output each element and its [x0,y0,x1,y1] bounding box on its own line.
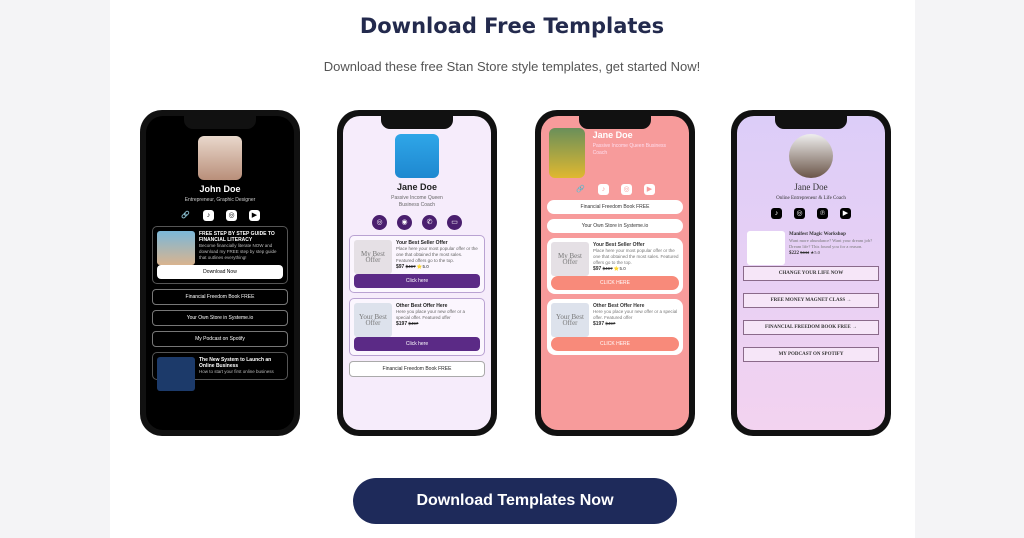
pinterest-icon[interactable]: ◉ [397,215,412,230]
offer-old-price: $497 [602,266,613,271]
phone-notch [579,116,651,129]
link-button[interactable]: Financial Freedom Book FREE [547,200,683,214]
instagram-icon[interactable]: ◎ [794,208,805,219]
offer-image: Your Best Offer [551,303,589,337]
offer-price: $97 [396,264,405,270]
offer-rating: 5.0 [619,266,626,271]
offer-card: Your Best Offer Other Best Offer Here Here… [547,299,683,355]
template-preview-lavender[interactable]: Jane Doe Online Entrepreneur & Life Coac… [731,110,891,436]
link-icon[interactable]: 🔗 [575,184,586,195]
profile-name: Jane Doe [396,182,438,192]
page-subtitle: Download these free Stan Store style tem… [323,59,701,74]
link-button[interactable]: FREE MONEY MAGNET CLASS → [743,293,879,308]
offer-card: Your Best Offer Other Best Offer Here Here… [349,298,485,356]
offer-card: My Best Offer Your Best Seller Offer Place… [547,238,683,294]
product-rating: 5.0 [814,250,820,255]
profile-tagline: Passive Income Queen Business Coach [391,195,443,208]
profile-tagline: Passive Income Queen Business Coach [592,143,667,156]
template-preview-dark[interactable]: John Doe Entrepreneur, Graphic Designer … [140,110,300,436]
product-card[interactable]: The New System to Launch an Online Busin… [152,352,288,391]
offer-card: My Best Offer Your Best Seller Offer Place… [349,235,485,293]
offer-image: My Best Offer [354,240,392,274]
offer-image: My Best Offer [551,242,589,276]
product-old-price: $444 [800,250,810,255]
card-title: Manifest Magic Workshop [789,232,846,237]
link-button[interactable]: Financial Freedom Book FREE [349,361,485,377]
page-title: Download Free Templates [359,14,665,38]
template-preview-light-purple[interactable]: Jane Doe Passive Income Queen Business C… [337,110,497,436]
download-now-button[interactable]: Download Now [157,265,283,279]
click-here-button[interactable]: Click here [354,274,480,288]
offer-old-price: $497 [605,321,616,326]
profile-name: Jane Doe [794,182,828,192]
offer-price: $197 [593,321,605,327]
instagram-icon[interactable]: ◎ [621,184,632,195]
card-image [157,231,195,265]
offer-price: $97 [593,266,602,272]
template-preview-coral[interactable]: Jane Doe Passive Income Queen Business Co… [535,110,695,436]
youtube-icon[interactable]: ▶ [249,210,260,221]
lead-magnet-card: FREE STEP BY STEP GUIDE TO FINANCIAL LIT… [152,226,288,284]
youtube-icon[interactable]: ▶ [840,208,851,219]
profile-tagline: Online Entrepreneur & Life Coach [776,196,846,201]
offer-old-price: $497 [405,264,416,269]
link-icon[interactable]: 🔗 [180,210,191,221]
tiktok-icon[interactable]: ♪ [771,208,782,219]
profile-tagline: Entrepreneur, Graphic Designer [184,197,256,203]
product-price: $222 [789,251,799,256]
profile-name: Jane Doe [592,130,633,140]
avatar [549,128,585,178]
link-button[interactable]: MY PODCAST ON SPOTIFY [743,347,879,362]
phone-notch [184,116,256,129]
youtube-icon[interactable]: ▶ [644,184,655,195]
click-here-button[interactable]: CLICK HERE [551,276,679,290]
link-button[interactable]: Your Own Store in Systeme.io [547,219,683,233]
chat-icon[interactable]: ▭ [447,215,462,230]
link-button[interactable]: Financial Freedom Book FREE [152,289,288,305]
phone-icon[interactable]: ✆ [422,215,437,230]
card-title: The New System to Launch an Online Busin… [199,357,272,369]
avatar [395,134,439,178]
avatar [789,134,833,178]
card-image [157,357,195,391]
instagram-icon[interactable]: ◎ [226,210,237,221]
product-card: Manifest Magic Workshop Want more abundan… [743,227,879,265]
offer-image: Your Best Offer [354,303,392,337]
offer-price: $197 [396,321,408,327]
phone-notch [775,116,847,129]
download-templates-button[interactable]: Download Templates Now [353,478,677,524]
social-icon[interactable]: ◎ [372,215,387,230]
tiktok-icon[interactable]: ♪ [598,184,609,195]
avatar [198,136,242,180]
phone-notch [381,116,453,129]
click-here-button[interactable]: CLICK HERE [551,337,679,351]
link-button[interactable]: FINANCIAL FREEDOM BOOK FREE → [743,320,879,335]
link-button[interactable]: My Podcast on Spotify [152,331,288,347]
profile-name: John Doe [199,184,241,194]
link-button[interactable]: Your Own Store in Systeme.io [152,310,288,326]
card-title: FREE STEP BY STEP GUIDE TO FINANCIAL LIT… [199,231,275,243]
product-image [747,231,785,265]
offer-rating: 5.0 [422,264,429,269]
tiktok-icon[interactable]: ♪ [203,210,214,221]
click-here-button[interactable]: Click here [354,337,480,351]
offer-old-price: $497 [408,321,419,326]
pinterest-icon[interactable]: ℗ [817,208,828,219]
link-button[interactable]: CHANGE YOUR LIFE NOW [743,266,879,281]
